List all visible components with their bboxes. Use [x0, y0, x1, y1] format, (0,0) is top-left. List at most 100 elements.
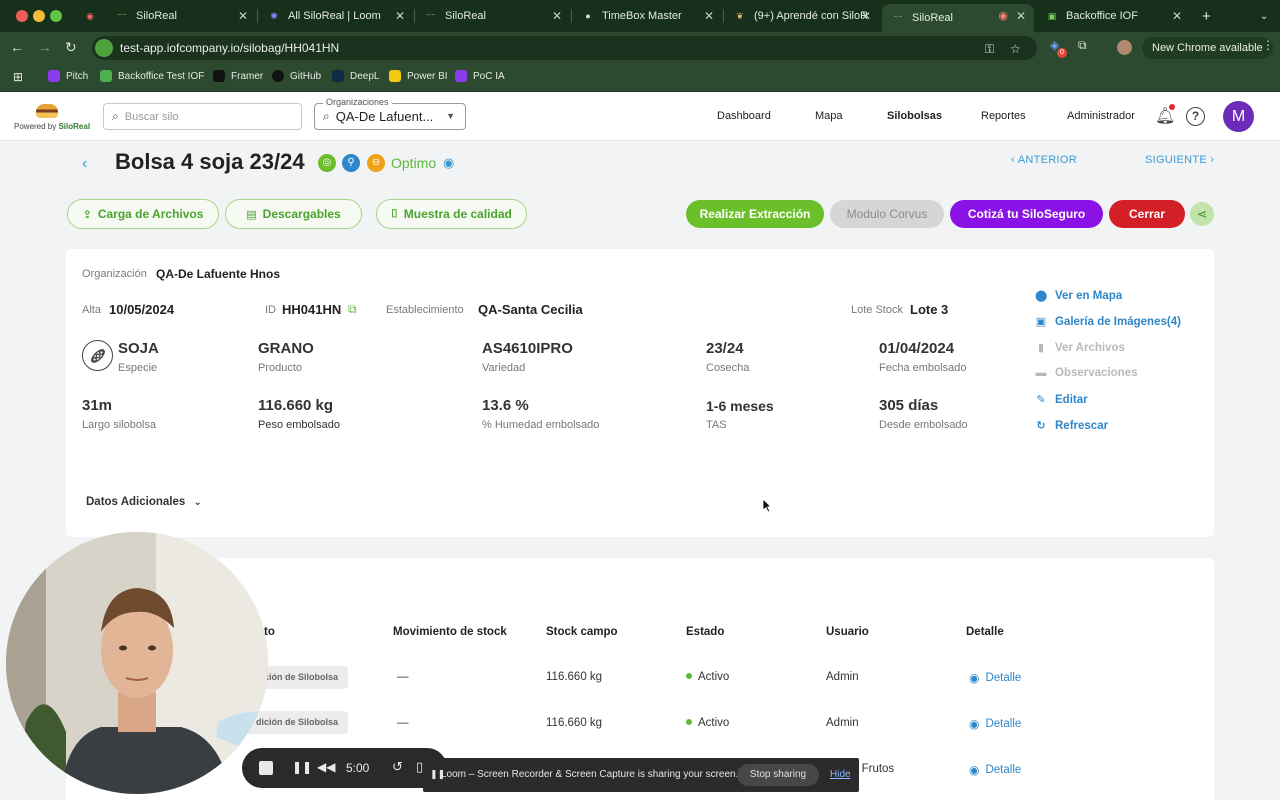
close-silobag-button[interactable]: Cerrar — [1109, 200, 1185, 228]
new-chrome-button[interactable]: New Chrome available — [1142, 37, 1273, 59]
weight-label: Peso embolsado — [258, 419, 340, 431]
browser-tab[interactable]: ⁻⁻ SiloReal ✕ — [106, 4, 256, 28]
browser-tab-bar: ◉ ⁻⁻ SiloReal ✕ ✺ All SiloReal | Loom ✕ … — [0, 0, 1280, 32]
nav-mapa[interactable]: Mapa — [815, 110, 843, 122]
share-icon[interactable]: ⋖ — [1190, 202, 1214, 226]
password-key-icon[interactable]: ⚿ — [985, 42, 994, 57]
view-on-map-link[interactable]: ⬤ Ver en Mapa — [1035, 289, 1122, 303]
profile-avatar[interactable] — [1117, 40, 1132, 55]
reload-icon[interactable]: ↻ — [65, 39, 77, 56]
nav-administrador[interactable]: Administrador — [1067, 110, 1135, 122]
siloreal-favicon-icon: ⁻⁻ — [893, 12, 903, 23]
window-close-button[interactable] — [16, 10, 28, 22]
copy-icon[interactable]: ⧉ — [348, 302, 357, 317]
column-header-movement: Movimiento de stock — [393, 626, 507, 638]
mouse-cursor-icon — [762, 498, 772, 513]
github-icon — [272, 70, 284, 82]
refresh-link[interactable]: ↻ Refrescar — [1035, 419, 1108, 433]
site-info-icon[interactable] — [95, 39, 113, 57]
detail-link[interactable]: ◉ Detalle — [969, 763, 1021, 777]
upload-icon: ⇪ — [82, 208, 92, 221]
browser-tab[interactable]: ✺ All SiloReal | Loom ✕ — [258, 4, 413, 28]
bookmark-pitch[interactable]: Pitch — [48, 70, 88, 82]
quality-label: Muestra de calidad — [403, 207, 512, 221]
back-chevron-icon[interactable]: ‹ — [82, 155, 87, 173]
pinned-tab-recording[interactable]: ◉ — [74, 4, 104, 28]
browser-tab[interactable]: ● TimeBox Master ✕ — [572, 4, 722, 28]
browser-tab[interactable]: ▣ Backoffice IOF ✕ — [1036, 4, 1190, 28]
hide-link[interactable]: Hide — [830, 769, 851, 780]
page-title: Bolsa 4 soja 23/24 — [115, 149, 305, 174]
restart-icon[interactable]: ↺ — [392, 759, 403, 775]
stop-sharing-button[interactable]: Stop sharing — [737, 764, 819, 786]
observations-link[interactable]: ▬ Observaciones — [1035, 367, 1138, 379]
tab-close-icon[interactable]: ✕ — [1172, 9, 1182, 23]
detail-link[interactable]: ◉ Detalle — [969, 717, 1021, 731]
user-avatar[interactable]: M — [1223, 101, 1254, 132]
backoffice-icon — [100, 70, 112, 82]
nav-silobolsas[interactable]: Silobolsas — [887, 110, 942, 122]
silo-search[interactable]: ⌕ — [103, 103, 302, 130]
tab-close-icon[interactable]: ✕ — [552, 9, 562, 23]
additional-data-toggle[interactable]: Datos Adicionales ⌄ — [86, 496, 202, 508]
bookmark-poc-ia[interactable]: PoC IA — [455, 70, 505, 82]
help-icon[interactable]: ? — [1186, 107, 1205, 126]
rewind-icon[interactable]: ◀◀ — [317, 760, 335, 774]
image-gallery-link[interactable]: ▣ Galería de Imágenes(4) — [1035, 315, 1181, 329]
search-input[interactable] — [124, 110, 285, 123]
tab-close-icon[interactable]: ✕ — [238, 9, 248, 23]
tab-title: SiloReal — [445, 10, 486, 22]
bookmark-label: Framer — [231, 70, 264, 82]
bookmark-star-icon[interactable]: ☆ — [1010, 42, 1021, 56]
previous-link[interactable]: ‹ ANTERIOR — [1011, 154, 1077, 166]
extraction-button[interactable]: Realizar Extracción — [686, 200, 824, 228]
browser-tab[interactable]: ❦ (9+) Aprendé con SiloR ✕ — [724, 4, 879, 28]
alta-value: 10/05/2024 — [109, 302, 175, 317]
corvus-module-button[interactable]: Modulo Corvus — [830, 200, 944, 228]
omnibox[interactable]: test-app.iofcompany.io/silobag/HH041HN ⚿… — [92, 36, 1037, 60]
webcam-bubble[interactable] — [6, 532, 268, 794]
nav-reportes[interactable]: Reportes — [981, 110, 1026, 122]
tab-search-button[interactable]: ⌄ — [1250, 4, 1274, 28]
sharing-notice: Loom – Screen Recorder & Screen Capture … — [441, 769, 739, 780]
view-files-link[interactable]: ▮ Ver Archivos — [1035, 341, 1125, 355]
downloads-button[interactable]: ▤ Descargables — [225, 199, 362, 229]
upload-files-button[interactable]: ⇪ Carga de Archivos — [67, 199, 219, 229]
eye-icon[interactable]: ◉ — [443, 155, 454, 171]
stop-recording-icon[interactable] — [259, 761, 273, 775]
bookmark-github[interactable]: GitHub — [272, 70, 321, 82]
pause-icon[interactable]: ❚❚ — [292, 760, 312, 774]
back-arrow-icon[interactable]: ← — [10, 39, 24, 55]
tab-close-icon[interactable]: ✕ — [704, 9, 714, 23]
next-link[interactable]: SIGUIENTE › — [1145, 154, 1214, 166]
organization-select[interactable]: Organizaciones ⌕ QA-De Lafuent... ▼ — [314, 97, 466, 130]
window-zoom-button[interactable] — [50, 10, 62, 22]
tab-close-icon[interactable]: ✕ — [861, 9, 871, 23]
edit-link[interactable]: ✎ Editar — [1035, 393, 1087, 407]
length-value: 31m — [82, 397, 113, 414]
detail-label: Detalle — [985, 672, 1022, 684]
forward-arrow-icon[interactable]: → — [38, 39, 52, 55]
notification-dot — [1169, 104, 1175, 110]
tab-title: All SiloReal | Loom — [288, 10, 381, 22]
chrome-menu-icon[interactable]: ⋮ — [1262, 38, 1274, 52]
insurance-quote-button[interactable]: Cotizá tu SiloSeguro — [950, 200, 1103, 228]
apps-grid-icon[interactable]: ⊞ — [13, 70, 23, 84]
bookmark-powerbi[interactable]: Power BI — [389, 70, 448, 82]
extensions-puzzle-icon[interactable]: ⧉ — [1078, 38, 1087, 53]
siloreal-logo[interactable]: Powered by SiloReal — [14, 104, 94, 131]
browser-tab[interactable]: ⁻⁻ SiloReal ✕ — [415, 4, 570, 28]
record-icon: ◉ — [86, 10, 94, 21]
bookmark-backoffice[interactable]: Backoffice Test IOF — [100, 70, 204, 82]
window-minimize-button[interactable] — [33, 10, 45, 22]
nav-dashboard[interactable]: Dashboard — [717, 110, 771, 122]
bookmark-framer[interactable]: Framer — [213, 70, 263, 82]
browser-tab-active[interactable]: ⁻⁻ SiloReal ◉ ✕ — [882, 4, 1034, 32]
new-tab-button[interactable]: + — [1192, 4, 1216, 28]
id-label: ID — [265, 304, 276, 316]
detail-link[interactable]: ◉ Detalle — [969, 671, 1021, 685]
quality-sample-button[interactable]: ⌷ Muestra de calidad — [376, 199, 527, 229]
tab-close-icon[interactable]: ✕ — [395, 9, 405, 23]
bookmark-deepl[interactable]: DeepL — [332, 70, 379, 82]
tab-close-icon[interactable]: ✕ — [1016, 9, 1026, 23]
